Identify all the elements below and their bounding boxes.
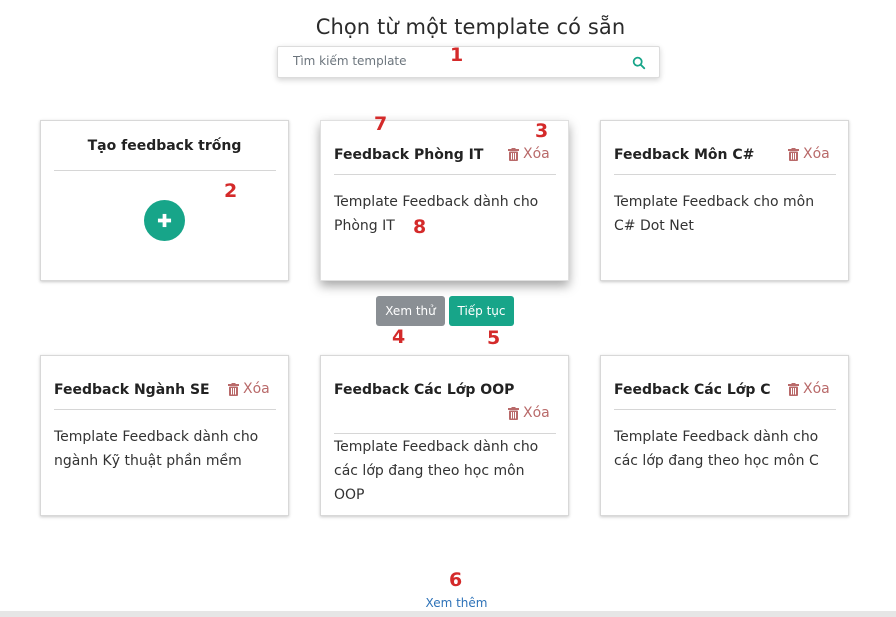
annotation-marker: 7 (374, 113, 388, 135)
card-divider (614, 174, 836, 175)
template-title: Feedback Ngành SE (54, 382, 210, 398)
delete-label: Xóa (523, 146, 550, 162)
see-more-link[interactable]: Xem thêm (0, 596, 896, 610)
delete-template-button[interactable]: Xóa (788, 381, 830, 397)
delete-template-button[interactable]: Xóa (508, 146, 550, 162)
template-description: Template Feedback dành cho các lớp đang … (614, 429, 819, 469)
plus-icon (157, 213, 172, 228)
template-title: Feedback Các Lớp OOP (334, 382, 515, 398)
preview-button[interactable]: Xem thử (376, 296, 445, 326)
page-title: Chọn từ một template có sẵn (315, 15, 626, 39)
card-divider (54, 170, 276, 171)
trash-icon (508, 147, 519, 161)
template-description: Template Feedback dành cho ngành Kỹ thuậ… (54, 429, 259, 469)
template-card-se[interactable]: Feedback Ngành SE Xóa Template Feedback … (40, 355, 289, 516)
delete-template-button[interactable]: Xóa (228, 381, 270, 397)
search-icon[interactable] (632, 56, 646, 70)
annotation-marker: 2 (224, 180, 238, 202)
trash-icon (508, 406, 519, 420)
trash-icon (788, 147, 799, 161)
bottom-scroll-bar (0, 611, 896, 617)
delete-label: Xóa (803, 146, 830, 162)
template-card-csharp[interactable]: Feedback Môn C# Xóa Template Feedback ch… (600, 120, 849, 281)
card-divider (54, 409, 276, 410)
add-feedback-button[interactable] (144, 200, 185, 241)
card-divider (614, 409, 836, 410)
annotation-marker: 6 (449, 569, 463, 591)
template-card-it[interactable]: Feedback Phòng IT Xóa Template Feedback … (320, 120, 569, 281)
template-title: Feedback Phòng IT (334, 147, 484, 163)
empty-card-title: Tạo feedback trống (87, 138, 242, 154)
search-box[interactable] (277, 46, 660, 78)
annotation-marker: 5 (487, 327, 501, 349)
annotation-marker: 4 (392, 326, 406, 348)
annotation-marker: 1 (450, 44, 464, 66)
annotation-marker: 3 (535, 120, 549, 142)
template-title: Feedback Môn C# (614, 147, 755, 163)
card-divider (334, 174, 556, 175)
template-card-oop[interactable]: Feedback Các Lớp OOP Xóa Template Feedba… (320, 355, 569, 516)
delete-template-button[interactable]: Xóa (508, 405, 550, 421)
delete-label: Xóa (523, 405, 550, 421)
delete-label: Xóa (243, 381, 270, 397)
template-title: Feedback Các Lớp C (614, 382, 771, 398)
annotation-marker: 8 (413, 216, 427, 238)
card-divider (334, 433, 556, 434)
template-card-c[interactable]: Feedback Các Lớp C Xóa Template Feedback… (600, 355, 849, 516)
empty-template-card[interactable]: Tạo feedback trống (40, 120, 289, 281)
trash-icon (228, 382, 239, 396)
delete-label: Xóa (803, 381, 830, 397)
template-description: Template Feedback dành cho các lớp đang … (334, 439, 539, 503)
delete-template-button[interactable]: Xóa (788, 146, 830, 162)
template-description: Template Feedback dành cho Phòng IT (334, 194, 539, 234)
template-description: Template Feedback cho môn C# Dot Net (614, 194, 815, 234)
continue-button[interactable]: Tiếp tục (449, 296, 514, 326)
trash-icon (788, 382, 799, 396)
